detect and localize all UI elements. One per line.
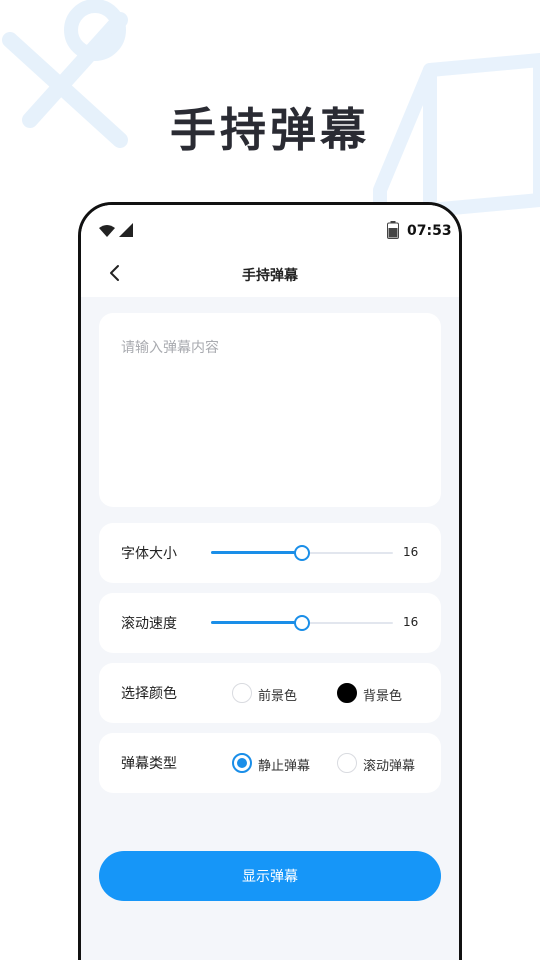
slider-fill <box>211 551 302 554</box>
danmaku-text-input[interactable] <box>121 337 421 487</box>
scroll-speed-value: 16 <box>403 615 419 629</box>
font-size-value: 16 <box>403 545 419 559</box>
danmaku-type-label: 弹幕类型 <box>121 756 177 772</box>
signal-icon <box>119 223 133 237</box>
radio-selected-icon <box>232 753 252 773</box>
color-select-label: 选择颜色 <box>121 686 177 702</box>
phone-frame: 07:53 手持弹幕 字体大小 16 滚动速度 <box>78 202 462 960</box>
show-danmaku-button[interactable]: 显示弹幕 <box>99 851 441 901</box>
font-size-slider[interactable] <box>211 545 393 561</box>
black-swatch-icon <box>337 683 357 703</box>
font-size-label: 字体大小 <box>121 546 177 562</box>
battery-icon <box>387 221 399 239</box>
scrolling-danmaku-label: 滚动弹幕 <box>363 759 416 774</box>
white-swatch-icon <box>232 683 252 703</box>
wifi-icon <box>99 225 115 237</box>
scroll-speed-slider[interactable] <box>211 615 393 631</box>
slider-fill <box>211 621 302 624</box>
slider-thumb[interactable] <box>294 545 310 561</box>
scroll-speed-row: 滚动速度 16 <box>99 593 441 653</box>
nav-bar: 手持弹幕 <box>81 249 459 297</box>
app-screenshot: 手持弹幕 07:53 手持弹幕 字体大小 <box>0 0 540 960</box>
text-input-card <box>99 313 441 507</box>
background-color-label: 背景色 <box>363 689 403 704</box>
slider-thumb[interactable] <box>294 615 310 631</box>
nav-title: 手持弹幕 <box>242 268 298 284</box>
status-time: 07:53 <box>407 223 452 239</box>
status-bar: 07:53 <box>81 205 459 249</box>
color-select-row: 选择颜色 前景色 背景色 <box>99 663 441 723</box>
scroll-speed-label: 滚动速度 <box>121 616 177 632</box>
foreground-color-label: 前景色 <box>258 689 298 704</box>
font-size-row: 字体大小 16 <box>99 523 441 583</box>
danmaku-type-row: 弹幕类型 静止弹幕 滚动弹幕 <box>99 733 441 793</box>
static-danmaku-label: 静止弹幕 <box>258 759 311 774</box>
hero-title: 手持弹幕 <box>170 103 370 157</box>
radio-unselected-icon <box>337 753 357 773</box>
